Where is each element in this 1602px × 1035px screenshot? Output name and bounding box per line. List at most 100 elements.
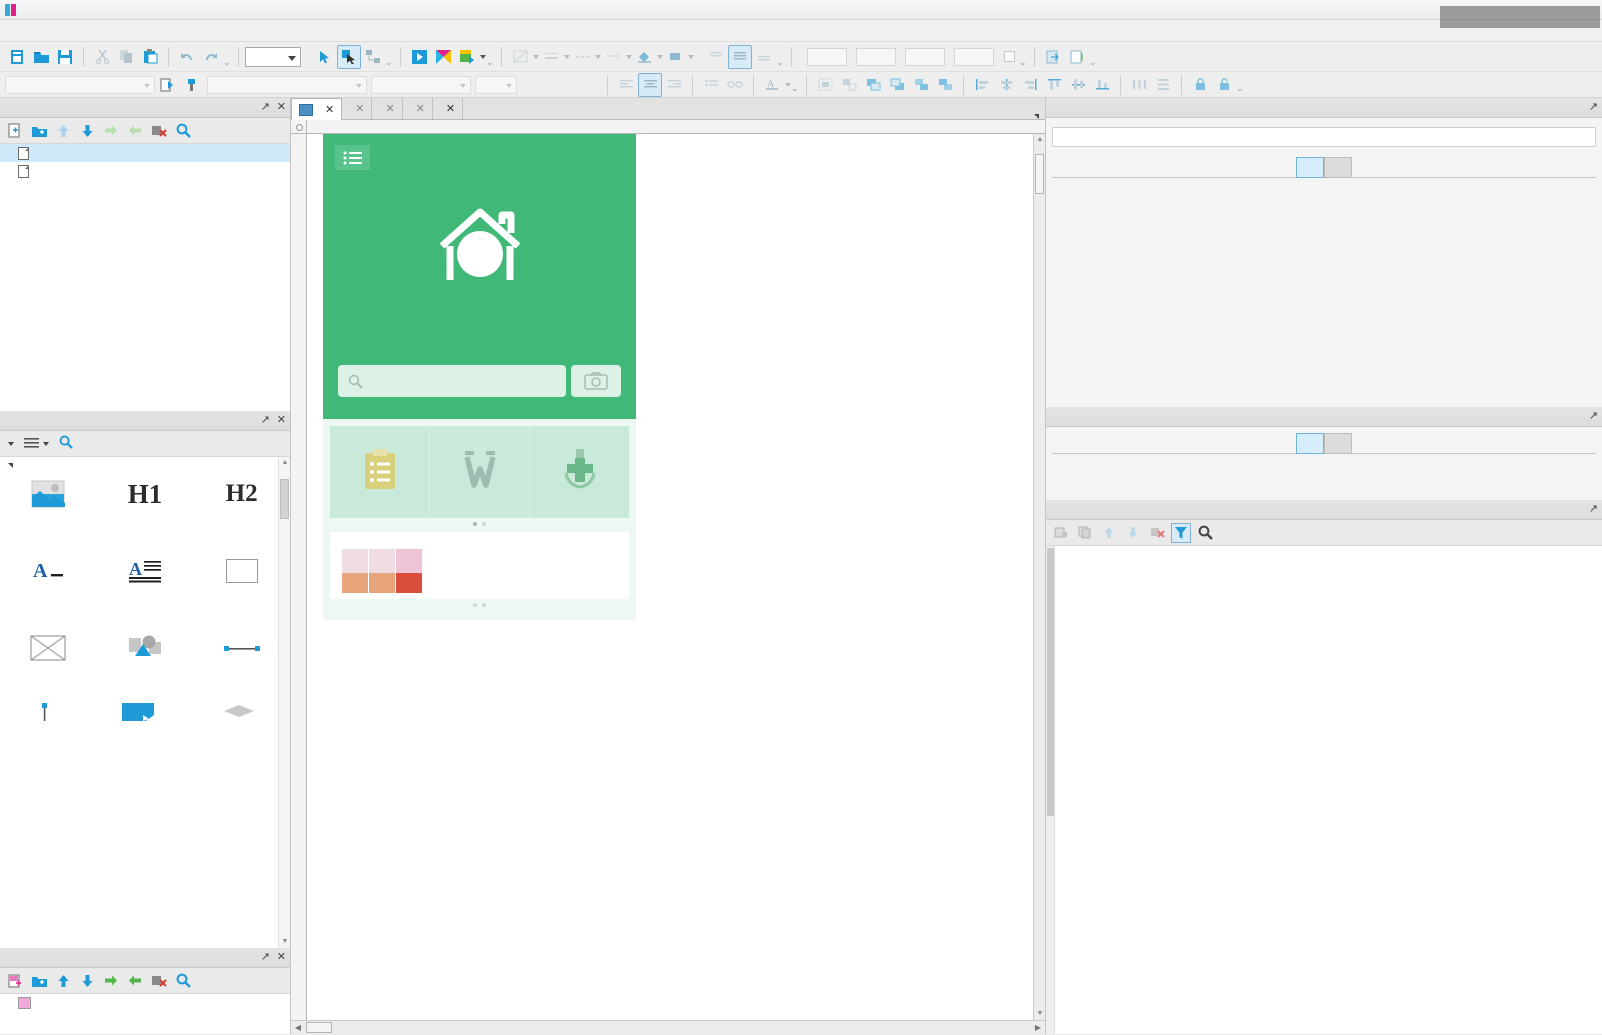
master-indent-left-icon[interactable] bbox=[125, 971, 145, 991]
widget-item-image[interactable] bbox=[0, 474, 97, 547]
font-weight-select[interactable] bbox=[371, 75, 471, 94]
align-objects-middle-icon[interactable] bbox=[1066, 73, 1090, 97]
menu-project[interactable] bbox=[58, 29, 76, 33]
canvas-scroll-right-arrow[interactable]: ▶ bbox=[1031, 1023, 1045, 1032]
zoom-select[interactable] bbox=[245, 46, 301, 67]
indent-left-icon[interactable] bbox=[125, 121, 145, 141]
camera-search-button[interactable] bbox=[571, 365, 621, 397]
master-indent-right-icon[interactable] bbox=[101, 971, 121, 991]
tab-phoneui[interactable]: ✕ bbox=[402, 98, 433, 119]
vertical-ruler[interactable] bbox=[291, 134, 307, 1020]
link-icon[interactable] bbox=[723, 73, 747, 97]
tab-close-icon[interactable]: ✕ bbox=[416, 102, 425, 115]
align-bottom-icon[interactable] bbox=[752, 45, 776, 69]
widgets-close-icon[interactable]: ✕ bbox=[277, 413, 286, 426]
sitemap-item-mainindex[interactable] bbox=[0, 144, 290, 162]
horizontal-ruler[interactable] bbox=[307, 120, 1045, 134]
hide-widget-checkbox[interactable] bbox=[1004, 51, 1015, 62]
indent-right-icon[interactable] bbox=[101, 121, 121, 141]
select-tool-icon[interactable] bbox=[337, 44, 361, 69]
bold-button[interactable] bbox=[529, 73, 553, 97]
move-down-icon[interactable] bbox=[77, 121, 97, 141]
manager-delete-icon[interactable] bbox=[1147, 523, 1167, 543]
align-middle-icon[interactable] bbox=[728, 44, 752, 69]
add-page-icon[interactable] bbox=[5, 121, 25, 141]
canvas-hscroll-thumb[interactable] bbox=[306, 1022, 332, 1033]
vertical-line-icon[interactable] bbox=[34, 703, 54, 721]
menu-hamburger-icon[interactable] bbox=[335, 145, 370, 170]
widget-item-shape[interactable] bbox=[193, 551, 290, 624]
fill-color-icon[interactable] bbox=[632, 45, 656, 69]
canvas-scroll-up-arrow[interactable]: ▲ bbox=[1036, 136, 1044, 144]
manager-move-down-icon[interactable] bbox=[1123, 523, 1143, 543]
carousel-dots-bottom[interactable] bbox=[330, 599, 629, 613]
arrow-style-icon[interactable] bbox=[601, 45, 625, 69]
tab-annotations[interactable] bbox=[1324, 156, 1352, 178]
pointer-tool-icon[interactable] bbox=[313, 45, 337, 69]
publish-icon[interactable] bbox=[455, 45, 479, 69]
import-icon[interactable] bbox=[1041, 45, 1065, 69]
y-input[interactable] bbox=[856, 47, 896, 66]
tab-styles[interactable] bbox=[1324, 432, 1352, 454]
font-color-icon[interactable]: A bbox=[760, 73, 784, 97]
widgets-float-icon[interactable]: ↗ bbox=[261, 413, 270, 426]
widget-item-h1[interactable]: H1 bbox=[97, 474, 194, 547]
masters-close-icon[interactable]: ✕ bbox=[277, 950, 286, 963]
widgets-search-icon[interactable] bbox=[59, 435, 73, 452]
italic-button[interactable] bbox=[553, 73, 577, 97]
menu-edit[interactable] bbox=[22, 29, 40, 33]
widget-item-horizontal-line[interactable] bbox=[193, 628, 290, 701]
export-icon[interactable] bbox=[1065, 45, 1089, 69]
canvas-vertical-scrollbar[interactable]: ▲ ▼ bbox=[1033, 134, 1045, 1020]
add-master-folder-icon[interactable] bbox=[29, 971, 49, 991]
properties-float-icon[interactable]: ↗ bbox=[1589, 409, 1598, 422]
sitemap-close-icon[interactable]: ✕ bbox=[277, 100, 286, 113]
cut-icon[interactable] bbox=[90, 45, 114, 69]
align-right-icon[interactable] bbox=[662, 73, 686, 97]
masters-float-icon[interactable]: ↗ bbox=[261, 950, 270, 963]
move-up-icon[interactable] bbox=[53, 121, 73, 141]
widget-item-multiline-text[interactable]: A bbox=[97, 551, 194, 624]
widget-item-shape-button[interactable] bbox=[97, 628, 194, 701]
align-left-icon[interactable] bbox=[614, 73, 638, 97]
manager-copy-icon[interactable] bbox=[1075, 523, 1095, 543]
menu-publish[interactable] bbox=[94, 29, 112, 33]
manager-search-icon[interactable] bbox=[1195, 523, 1215, 543]
manager-new-icon[interactable] bbox=[1051, 523, 1071, 543]
master-item[interactable] bbox=[0, 994, 290, 1012]
line-style-icon[interactable] bbox=[508, 45, 532, 69]
tab-overflow-icon[interactable] bbox=[1027, 114, 1045, 119]
group-icon[interactable] bbox=[813, 73, 837, 97]
menu-file[interactable] bbox=[4, 29, 22, 33]
bring-front-icon[interactable] bbox=[861, 73, 885, 97]
library-selector[interactable] bbox=[4, 441, 14, 446]
widget-manager-tree[interactable] bbox=[1046, 546, 1602, 1034]
generate-html-icon[interactable] bbox=[431, 45, 455, 69]
undo-icon[interactable] bbox=[175, 45, 199, 69]
tab-close-icon[interactable]: ✕ bbox=[385, 102, 394, 115]
widget-item-text-label[interactable]: A bbox=[0, 551, 97, 624]
sitemap-float-icon[interactable]: ↗ bbox=[261, 100, 270, 113]
news-card[interactable] bbox=[330, 532, 629, 599]
carousel-dots-top[interactable] bbox=[330, 518, 629, 532]
preview-icon[interactable] bbox=[407, 45, 431, 69]
search-masters-icon[interactable] bbox=[173, 971, 193, 991]
interactions-float-icon[interactable]: ↗ bbox=[1589, 100, 1598, 113]
redo-icon[interactable] bbox=[199, 45, 223, 69]
send-back-icon[interactable] bbox=[885, 73, 909, 97]
style-select[interactable] bbox=[5, 75, 155, 94]
unlock-icon[interactable] bbox=[1212, 73, 1236, 97]
tab-close-icon[interactable]: ✕ bbox=[446, 102, 455, 115]
menu-layout[interactable] bbox=[76, 29, 94, 33]
manager-tree-scrollbar[interactable] bbox=[1046, 546, 1055, 1034]
tab-mainindex[interactable]: ✕ bbox=[291, 98, 343, 120]
tab-dhealth-detail[interactable]: ✕ bbox=[432, 98, 464, 119]
bullet-list-icon[interactable] bbox=[699, 73, 723, 97]
scroll-thumb[interactable] bbox=[280, 479, 289, 519]
canvas-scroll-left-arrow[interactable]: ◀ bbox=[291, 1023, 305, 1032]
align-objects-center-icon[interactable] bbox=[994, 73, 1018, 97]
format-painter-icon[interactable] bbox=[179, 73, 203, 97]
tab-properties[interactable] bbox=[1296, 432, 1324, 454]
lock-icon[interactable] bbox=[1188, 73, 1212, 97]
ungroup-icon[interactable] bbox=[837, 73, 861, 97]
